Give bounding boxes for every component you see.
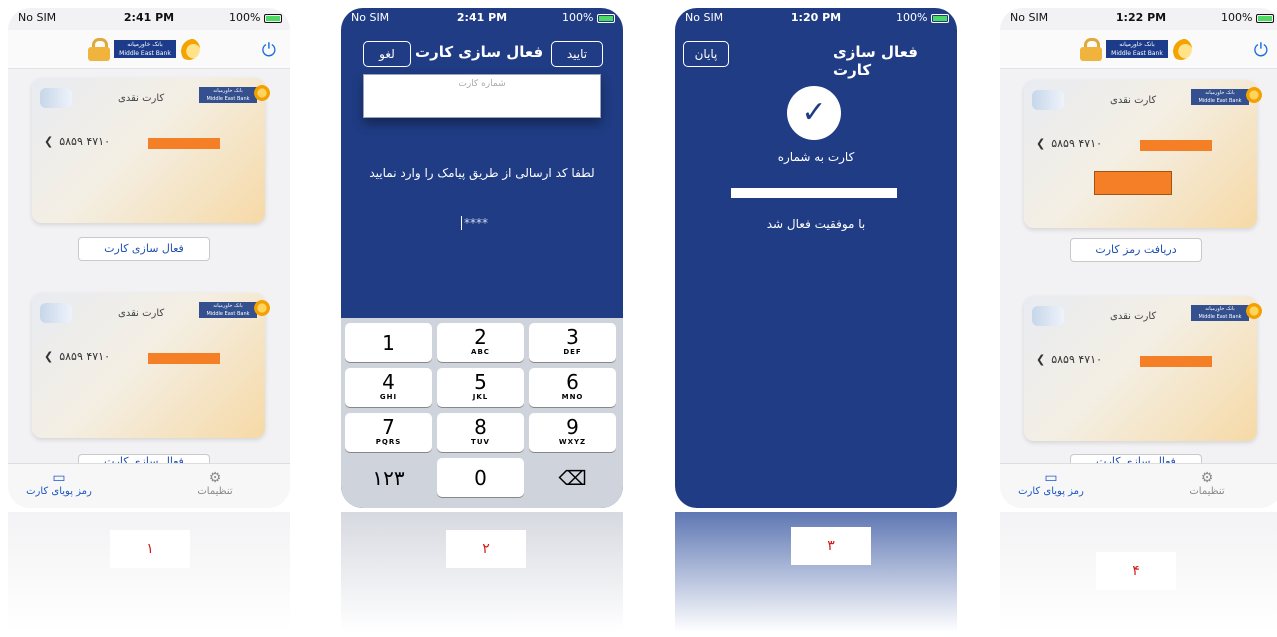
tab-settings[interactable]: ⚙ تنظیمات [1162, 470, 1252, 497]
card-chip-icon [1032, 306, 1064, 326]
success-message: با موفقیت فعال شد [766, 217, 866, 231]
card-type-label: کارت نقدی [118, 93, 165, 104]
step-label: ۳ [791, 527, 871, 565]
power-icon[interactable]: ⏻ [1254, 42, 1268, 60]
card-icon: ▭ [1044, 470, 1058, 486]
sms-code-input[interactable]: **** [461, 216, 488, 230]
gear-icon: ⚙ [1200, 470, 1214, 486]
step-label: ۱ [110, 530, 190, 568]
battery-indicator: 100% [562, 11, 615, 24]
key-1[interactable]: 1 [345, 323, 432, 362]
tab-settings[interactable]: ⚙ تنظیمات [170, 470, 260, 497]
battery-indicator: 100% [1221, 11, 1274, 24]
key-0[interactable]: 0 [437, 458, 524, 497]
key-4[interactable]: 4 GHI [345, 368, 432, 407]
card-type-label: کارت نقدی [1110, 95, 1157, 106]
redaction-block [1140, 140, 1212, 151]
gear-icon: ⚙ [208, 470, 222, 486]
chevron-left-icon: ❮ [1036, 137, 1046, 150]
bank-card[interactable]: کارت نقدی بانک خاورمیانه Middle East Bank… [1024, 80, 1262, 228]
redaction-block [148, 138, 220, 149]
screen-2-activation: No SIM 2:41 PM 100% لغو فعال سازی کارت ت… [341, 8, 623, 508]
redaction-block [148, 353, 220, 364]
app-header: بانک خاورمیانه Middle East Bank ⏻ [1000, 30, 1277, 69]
card-bank-logo: بانک خاورمیانه Middle East Bank [199, 300, 270, 318]
card-icon: ▭ [52, 470, 66, 486]
key-9[interactable]: 9 WXYZ [529, 413, 616, 452]
key-2[interactable]: 2 ABC [437, 323, 524, 362]
card-type-label: کارت نقدی [118, 308, 165, 319]
battery-icon [597, 13, 615, 23]
card-number-input[interactable]: شماره کارت [363, 74, 601, 118]
step-label: ۴ [1096, 552, 1176, 590]
step-label: ۲ [446, 530, 526, 568]
card-number: ❮ ۵۸۵۹ ۴۷۱۰ [1036, 353, 1102, 366]
backspace-icon: ⌫ [558, 466, 587, 490]
tab-bar: ▭ رمز پویای کارت ⚙ تنظیمات [1000, 463, 1277, 508]
key-6[interactable]: 6 MNO [529, 368, 616, 407]
sms-code-prompt: لطفا کد ارسالی از طریق پیامک را وارد نما… [369, 166, 595, 180]
status-bar: No SIM 1:22 PM 100% [1000, 8, 1277, 28]
card-number: ❮ ۵۸۵۹ ۴۷۱۰ [44, 350, 110, 363]
numeric-keypad: 1 2 ABC 3 DEF 4 GHI 5 JKL 6 MNO 7 PQRS 8 TUV 9W… [341, 318, 623, 508]
redacted-card-number [731, 188, 897, 198]
card-chip-icon [40, 303, 72, 323]
battery-indicator: 100% [229, 11, 282, 24]
card-bank-logo: بانک خاورمیانه Middle East Bank [199, 85, 270, 103]
screen-4-cards: No SIM 1:22 PM 100% بانک خاورمیانه Middle… [1000, 8, 1277, 508]
tab-bar: ▭ رمز پویای کارت ⚙ تنظیمات [8, 463, 290, 508]
activate-card-button[interactable]: فعال سازی کارت [78, 237, 210, 261]
key-7[interactable]: 7 PQRS [345, 413, 432, 452]
key-8[interactable]: 8 TUV [437, 413, 524, 452]
page-title: فعال سازی کارت [415, 43, 544, 61]
battery-indicator: 100% [896, 11, 949, 24]
page-title: فعال سازی کارت [833, 43, 918, 79]
bank-card[interactable]: کارت نقدی بانک خاورمیانه Middle East Bank… [32, 293, 270, 438]
confirm-button[interactable]: تایید [551, 41, 603, 67]
battery-icon [931, 13, 949, 23]
card-chip-icon [40, 88, 72, 108]
status-bar: No SIM 2:41 PM 100% [341, 8, 623, 28]
app-header: بانک خاورمیانه Middle East Bank ⏻ [8, 30, 290, 69]
redaction-block [1140, 356, 1212, 367]
screen-3-success: No SIM 1:20 PM 100% پایان فعال سازی کارت… [675, 8, 957, 508]
tab-dynamic-password[interactable]: ▭ رمز پویای کارت [1006, 470, 1096, 497]
cancel-button[interactable]: لغو [363, 41, 411, 67]
chevron-left-icon: ❮ [44, 135, 54, 148]
lock-icon[interactable] [1080, 38, 1102, 61]
bank-card[interactable]: کارت نقدی بانک خاورمیانه Middle East Bank… [1024, 296, 1262, 441]
power-icon[interactable]: ⏻ [262, 42, 276, 60]
card-bank-logo: بانک خاورمیانه Middle East Bank [1191, 87, 1262, 105]
end-button[interactable]: پایان [683, 41, 729, 67]
checkmark-icon: ✓ [787, 86, 841, 140]
card-label: کارت به شماره [777, 150, 855, 164]
bank-logo: بانک خاورمیانه Middle East Bank [1106, 38, 1202, 62]
battery-icon [264, 13, 282, 23]
status-bar: No SIM 1:20 PM 100% [675, 8, 957, 28]
key-123[interactable]: ۱۲۳ [345, 458, 432, 497]
card-bank-logo: بانک خاورمیانه Middle East Bank [1191, 303, 1262, 321]
chevron-left-icon: ❮ [1036, 353, 1046, 366]
screen-1-cards: No SIM 2:41 PM 100% بانک خاورمیانه Middle… [8, 8, 290, 508]
backspace-key[interactable]: ⌫ [529, 458, 616, 497]
card-chip-icon [1032, 90, 1064, 110]
status-bar: No SIM 2:41 PM 100% [8, 8, 290, 28]
card-number-placeholder: شماره کارت [458, 79, 506, 89]
lock-icon[interactable] [88, 38, 110, 61]
battery-icon [1256, 13, 1274, 23]
tab-dynamic-password[interactable]: ▭ رمز پویای کارت [14, 470, 104, 497]
card-number: ❮ ۵۸۵۹ ۴۷۱۰ [1036, 137, 1102, 150]
card-number: ❮ ۵۸۵۹ ۴۷۱۰ [44, 135, 110, 148]
card-type-label: کارت نقدی [1110, 311, 1157, 322]
bank-logo: بانک خاورمیانه Middle East Bank [114, 38, 210, 62]
redaction-block [1094, 171, 1172, 195]
key-5[interactable]: 5 JKL [437, 368, 524, 407]
get-card-password-button[interactable]: دریافت رمز کارت [1070, 238, 1202, 262]
chevron-left-icon: ❮ [44, 350, 54, 363]
bank-card[interactable]: کارت نقدی بانک خاورمیانه Middle East Bank… [32, 78, 270, 223]
key-3[interactable]: 3 DEF [529, 323, 616, 362]
